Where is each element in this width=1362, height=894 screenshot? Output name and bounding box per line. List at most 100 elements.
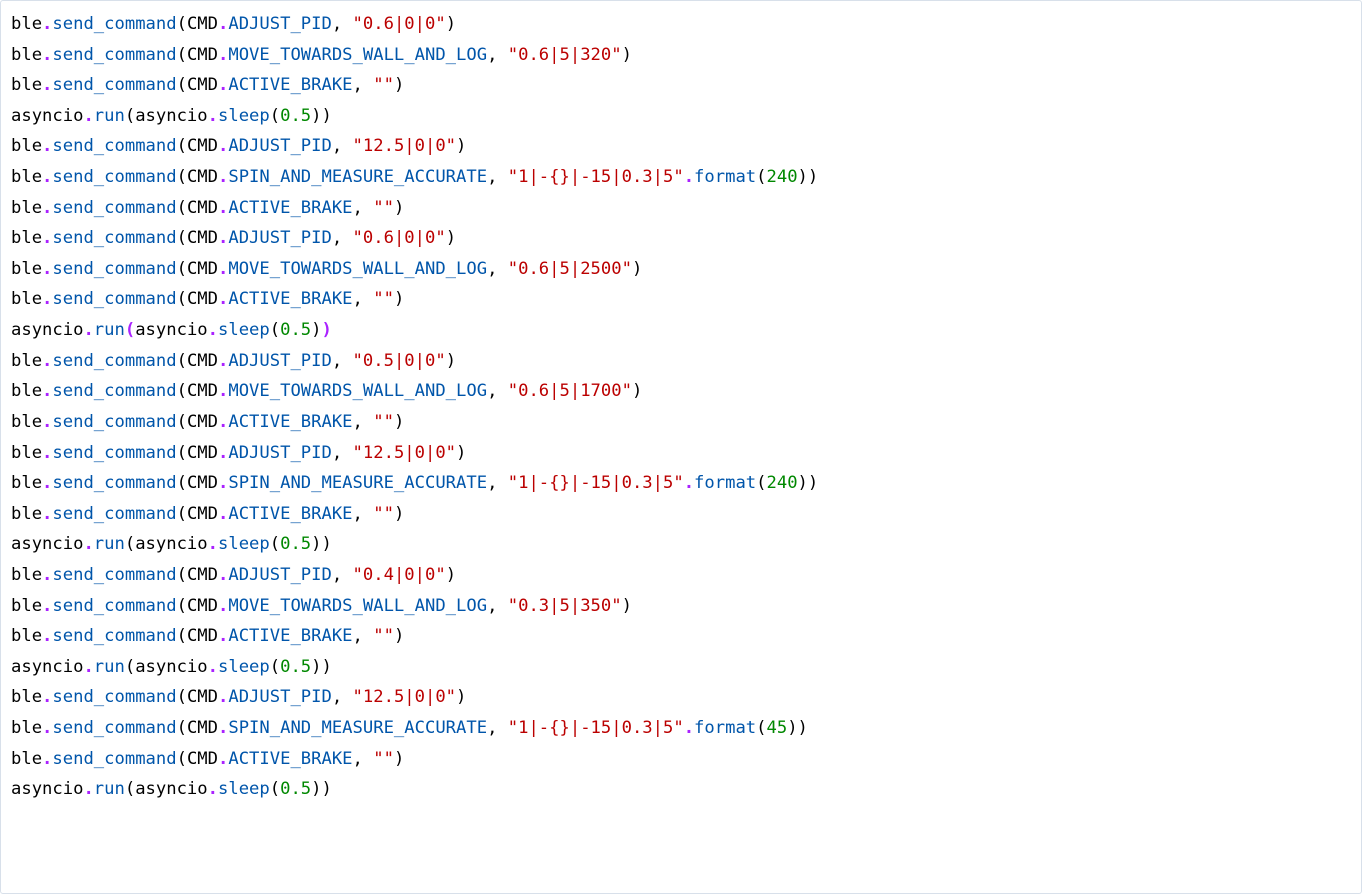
code-token: )	[446, 228, 456, 248]
code-token: ble	[11, 473, 42, 493]
code-token: 240	[767, 473, 798, 493]
code-token: ,	[332, 228, 353, 248]
code-token: 240	[767, 167, 798, 187]
code-token: .	[218, 136, 228, 156]
code-line: ble.send_command(CMD.ACTIVE_BRAKE, "")	[11, 198, 404, 218]
code-token: 0.5	[280, 534, 311, 554]
code-token: .	[42, 259, 52, 279]
code-line: ble.send_command(CMD.MOVE_TOWARDS_WALL_A…	[11, 259, 642, 279]
code-token: ,	[487, 45, 508, 65]
code-token: (CMD	[177, 45, 218, 65]
code-token: "1|-{}|-15|0.3|5"	[508, 718, 684, 738]
code-token: SPIN_AND_MEASURE_ACCURATE	[228, 473, 487, 493]
code-token: "1|-{}|-15|0.3|5"	[508, 167, 684, 187]
code-token: run	[94, 534, 125, 554]
code-token: .	[83, 657, 93, 677]
code-token: )	[456, 136, 466, 156]
code-token: send_command	[52, 749, 176, 769]
code-token: send_command	[52, 443, 176, 463]
code-token: "0.6|0|0"	[353, 14, 446, 34]
code-token: )	[311, 320, 321, 340]
code-token: run	[94, 320, 125, 340]
code-token: sleep	[218, 534, 270, 554]
code-token: .	[42, 228, 52, 248]
code-line: ble.send_command(CMD.ACTIVE_BRAKE, "")	[11, 289, 404, 309]
code-token: .	[218, 228, 228, 248]
code-token: )	[394, 289, 404, 309]
code-token: ,	[487, 259, 508, 279]
code-token: asyncio	[135, 320, 207, 340]
code-token: 45	[767, 718, 788, 738]
code-token: .	[218, 259, 228, 279]
code-token: (asyncio	[125, 534, 208, 554]
code-token: ,	[353, 626, 374, 646]
code-line: asyncio.run(asyncio.sleep(0.5))	[11, 106, 332, 126]
code-token: .	[218, 473, 228, 493]
code-token: (CMD	[177, 75, 218, 95]
code-token: .	[684, 473, 694, 493]
code-token: )	[632, 259, 642, 279]
code-token: (CMD	[177, 687, 218, 707]
code-line: ble.send_command(CMD.ACTIVE_BRAKE, "")	[11, 75, 404, 95]
code-token: 0.5	[280, 106, 311, 126]
code-token: )	[632, 381, 642, 401]
code-token: (asyncio	[125, 779, 208, 799]
code-token: )	[394, 75, 404, 95]
code-token: .	[42, 351, 52, 371]
code-token: send_command	[52, 381, 176, 401]
code-token: .	[684, 167, 694, 187]
code-token: )	[394, 198, 404, 218]
code-token: ble	[11, 45, 42, 65]
code-token: ))	[311, 534, 332, 554]
code-token: ,	[332, 687, 353, 707]
code-token: MOVE_TOWARDS_WALL_AND_LOG	[228, 381, 487, 401]
code-token: SPIN_AND_MEASURE_ACCURATE	[228, 167, 487, 187]
code-token: .	[42, 167, 52, 187]
code-token: .	[218, 351, 228, 371]
code-token: MOVE_TOWARDS_WALL_AND_LOG	[228, 259, 487, 279]
code-token: "0.5|0|0"	[353, 351, 446, 371]
code-token: (	[756, 473, 766, 493]
code-token: sleep	[218, 657, 270, 677]
code-token: ,	[487, 718, 508, 738]
code-token: ""	[373, 75, 394, 95]
code-token: ble	[11, 351, 42, 371]
code-token: .	[218, 749, 228, 769]
code-token: run	[94, 106, 125, 126]
code-token: .	[42, 473, 52, 493]
code-token: )	[394, 626, 404, 646]
code-token: (	[756, 718, 766, 738]
code-token: ))	[311, 779, 332, 799]
code-token: ""	[373, 504, 394, 524]
code-token: send_command	[52, 167, 176, 187]
code-line: ble.send_command(CMD.ADJUST_PID, "0.6|0|…	[11, 14, 456, 34]
code-token: send_command	[52, 45, 176, 65]
code-token: "12.5|0|0"	[353, 443, 456, 463]
code-token: .	[218, 412, 228, 432]
code-line: ble.send_command(CMD.SPIN_AND_MEASURE_AC…	[11, 167, 818, 187]
code-token: .	[42, 749, 52, 769]
code-token: "0.6|5|1700"	[508, 381, 632, 401]
code-token: .	[83, 534, 93, 554]
code-token: (	[270, 657, 280, 677]
code-token: (CMD	[177, 167, 218, 187]
code-token: )	[622, 596, 632, 616]
code-token: .	[218, 381, 228, 401]
code-token: ble	[11, 228, 42, 248]
code-token: ble	[11, 198, 42, 218]
code-token: ble	[11, 443, 42, 463]
code-line: ble.send_command(CMD.ACTIVE_BRAKE, "")	[11, 412, 404, 432]
code-token: (	[270, 320, 280, 340]
code-token: .	[42, 381, 52, 401]
code-token: .	[218, 596, 228, 616]
code-token: (CMD	[177, 289, 218, 309]
code-token: ,	[487, 596, 508, 616]
code-token: (CMD	[177, 228, 218, 248]
code-token: ,	[332, 351, 353, 371]
code-token: .	[218, 626, 228, 646]
code-token: .	[218, 45, 228, 65]
code-token: .	[42, 14, 52, 34]
code-line: ble.send_command(CMD.ADJUST_PID, "12.5|0…	[11, 687, 466, 707]
code-token: ble	[11, 626, 42, 646]
code-token: (	[270, 534, 280, 554]
